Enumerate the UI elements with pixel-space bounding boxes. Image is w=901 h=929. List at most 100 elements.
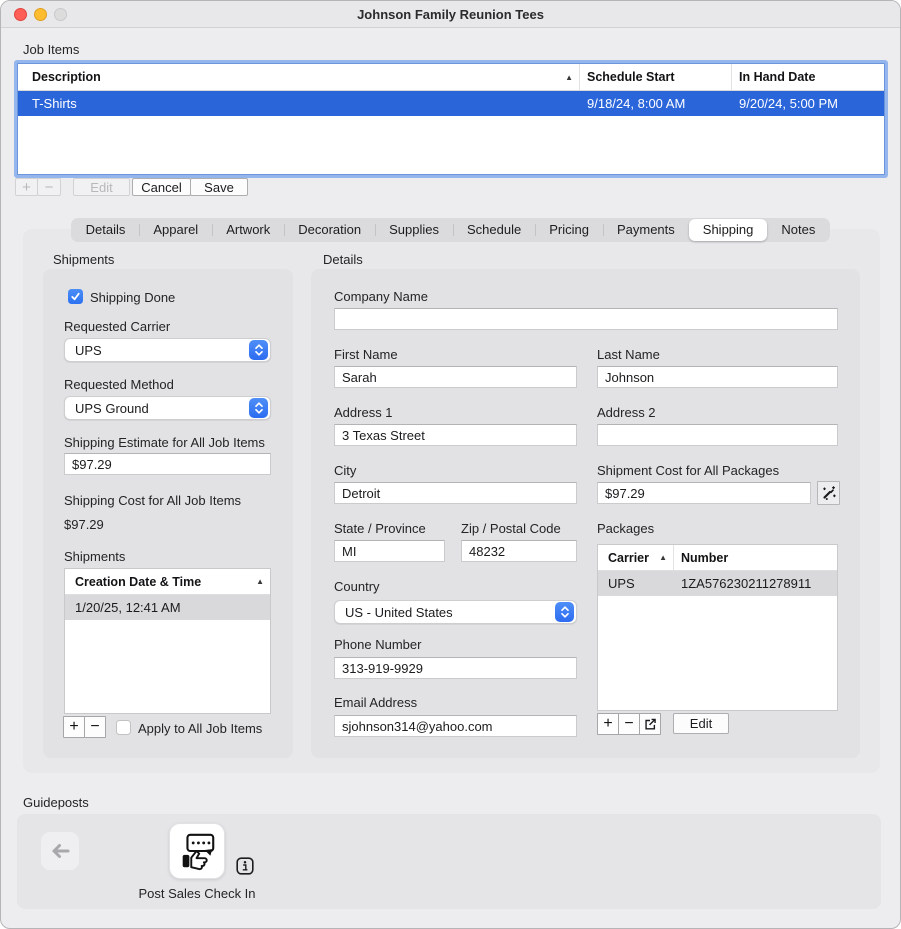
add-package-button[interactable]: + <box>597 713 619 735</box>
sort-asc-icon: ▲ <box>659 553 667 562</box>
shipment-row[interactable]: 1/20/25, 12:41 AM <box>65 595 270 620</box>
tab-decoration[interactable]: Decoration <box>284 219 375 241</box>
check-icon <box>70 291 81 302</box>
save-button[interactable]: Save <box>190 178 248 196</box>
shipments-table: Creation Date & Time ▲ 1/20/25, 12:41 AM <box>64 568 271 714</box>
requested-method-value: UPS Ground <box>65 401 249 416</box>
cell-schedule-start: 9/18/24, 8:00 AM <box>580 91 732 116</box>
open-external-button[interactable] <box>639 713 661 735</box>
address2-input[interactable] <box>597 424 838 446</box>
tab-payments[interactable]: Payments <box>603 219 689 241</box>
email-label: Email Address <box>334 695 417 710</box>
post-sales-check-in-icon <box>176 830 218 872</box>
sort-asc-icon: ▲ <box>256 577 264 586</box>
first-name-input[interactable] <box>334 366 577 388</box>
cell-carrier: UPS <box>598 571 674 596</box>
cell-description: T-Shirts <box>18 91 580 116</box>
state-input[interactable] <box>334 540 445 562</box>
cell-in-hand-date: 9/20/24, 5:00 PM <box>732 91 884 116</box>
remove-package-button[interactable]: − <box>618 713 640 735</box>
company-name-label: Company Name <box>334 289 428 304</box>
tab-apparel[interactable]: Apparel <box>139 219 212 241</box>
shipment-cost-input[interactable] <box>597 482 811 504</box>
last-name-label: Last Name <box>597 347 660 362</box>
window-title: Johnson Family Reunion Tees <box>1 7 900 22</box>
phone-input[interactable] <box>334 657 577 679</box>
city-input[interactable] <box>334 482 577 504</box>
chevron-updown-icon <box>249 398 268 418</box>
tab-pricing[interactable]: Pricing <box>535 219 603 241</box>
shipments-table-header[interactable]: Creation Date & Time ▲ <box>65 569 270 595</box>
add-shipment-button[interactable]: + <box>63 716 85 738</box>
packages-label: Packages <box>597 521 654 536</box>
country-select[interactable]: US - United States <box>334 600 577 624</box>
first-name-label: First Name <box>334 347 398 362</box>
column-header-description[interactable]: Description ▲ <box>18 64 580 90</box>
chevron-updown-icon <box>249 340 268 360</box>
back-arrow-icon <box>49 842 71 860</box>
cancel-button[interactable]: Cancel <box>132 178 191 196</box>
open-external-icon <box>643 717 657 731</box>
tab-artwork[interactable]: Artwork <box>212 219 284 241</box>
details-heading: Details <box>323 252 363 267</box>
apply-all-checkbox[interactable] <box>116 720 131 735</box>
shipping-done-checkbox[interactable] <box>68 289 83 304</box>
tab-notes[interactable]: Notes <box>767 219 829 241</box>
package-row[interactable]: UPS 1ZA576230211278911 <box>598 571 837 596</box>
cell-number: 1ZA576230211278911 <box>674 576 837 591</box>
guidepost-back-button[interactable] <box>41 832 79 870</box>
add-job-item-button[interactable]: + <box>15 178 38 196</box>
shipments-heading: Shipments <box>53 252 114 267</box>
table-row[interactable]: T-Shirts 9/18/24, 8:00 AM 9/20/24, 5:00 … <box>18 91 884 116</box>
country-value: US - United States <box>335 605 555 620</box>
remove-job-item-button[interactable]: − <box>37 178 61 196</box>
edit-package-button[interactable]: Edit <box>673 713 729 734</box>
tab-shipping[interactable]: Shipping <box>689 219 768 241</box>
address1-input[interactable] <box>334 424 577 446</box>
info-icon[interactable] <box>236 857 254 875</box>
tab-bar: Details Apparel Artwork Decoration Suppl… <box>1 218 900 242</box>
auto-calculate-button[interactable] <box>817 481 840 505</box>
country-label: Country <box>334 579 380 594</box>
packages-table-header: Carrier ▲ Number <box>598 545 837 571</box>
requested-carrier-select[interactable]: UPS <box>64 338 271 362</box>
state-label: State / Province <box>334 521 426 536</box>
requested-carrier-label: Requested Carrier <box>64 319 170 334</box>
requested-method-select[interactable]: UPS Ground <box>64 396 271 420</box>
shipments-list-label: Shipments <box>64 549 125 564</box>
edit-job-item-button[interactable]: Edit <box>73 178 130 196</box>
requested-method-label: Requested Method <box>64 377 174 392</box>
zip-label: Zip / Postal Code <box>461 521 561 536</box>
packages-table: Carrier ▲ Number UPS 1ZA576230211278911 <box>597 544 838 711</box>
tab-schedule[interactable]: Schedule <box>453 219 535 241</box>
email-input[interactable] <box>334 715 577 737</box>
column-header-carrier[interactable]: Carrier ▲ <box>598 545 674 570</box>
guideposts-heading: Guideposts <box>23 795 89 810</box>
post-sales-check-in-label: Post Sales Check In <box>107 886 287 901</box>
zip-input[interactable] <box>461 540 577 562</box>
address1-label: Address 1 <box>334 405 393 420</box>
shipping-estimate-label: Shipping Estimate for All Job Items <box>64 435 265 450</box>
carrier-column-label: Carrier <box>608 551 649 565</box>
chevron-updown-icon <box>555 602 574 622</box>
job-items-table-header: Description ▲ Schedule Start In Hand Dat… <box>18 64 884 91</box>
requested-carrier-value: UPS <box>65 343 249 358</box>
titlebar: Johnson Family Reunion Tees <box>1 1 900 28</box>
magic-wand-icon <box>821 485 837 501</box>
tab-supplies[interactable]: Supplies <box>375 219 453 241</box>
remove-shipment-button[interactable]: − <box>84 716 106 738</box>
column-header-number[interactable]: Number <box>674 551 837 565</box>
column-header-schedule-start[interactable]: Schedule Start <box>580 64 732 90</box>
company-name-input[interactable] <box>334 308 838 330</box>
address2-label: Address 2 <box>597 405 656 420</box>
post-sales-check-in-button[interactable] <box>169 823 225 879</box>
column-header-in-hand-date[interactable]: In Hand Date <box>732 64 884 90</box>
city-label: City <box>334 463 356 478</box>
shipping-done-label: Shipping Done <box>90 290 175 305</box>
job-items-section-label: Job Items <box>23 42 79 57</box>
shipping-estimate-input[interactable] <box>64 453 271 475</box>
last-name-input[interactable] <box>597 366 838 388</box>
shipping-cost-label: Shipping Cost for All Job Items <box>64 493 241 508</box>
phone-label: Phone Number <box>334 637 421 652</box>
tab-details[interactable]: Details <box>72 219 140 241</box>
